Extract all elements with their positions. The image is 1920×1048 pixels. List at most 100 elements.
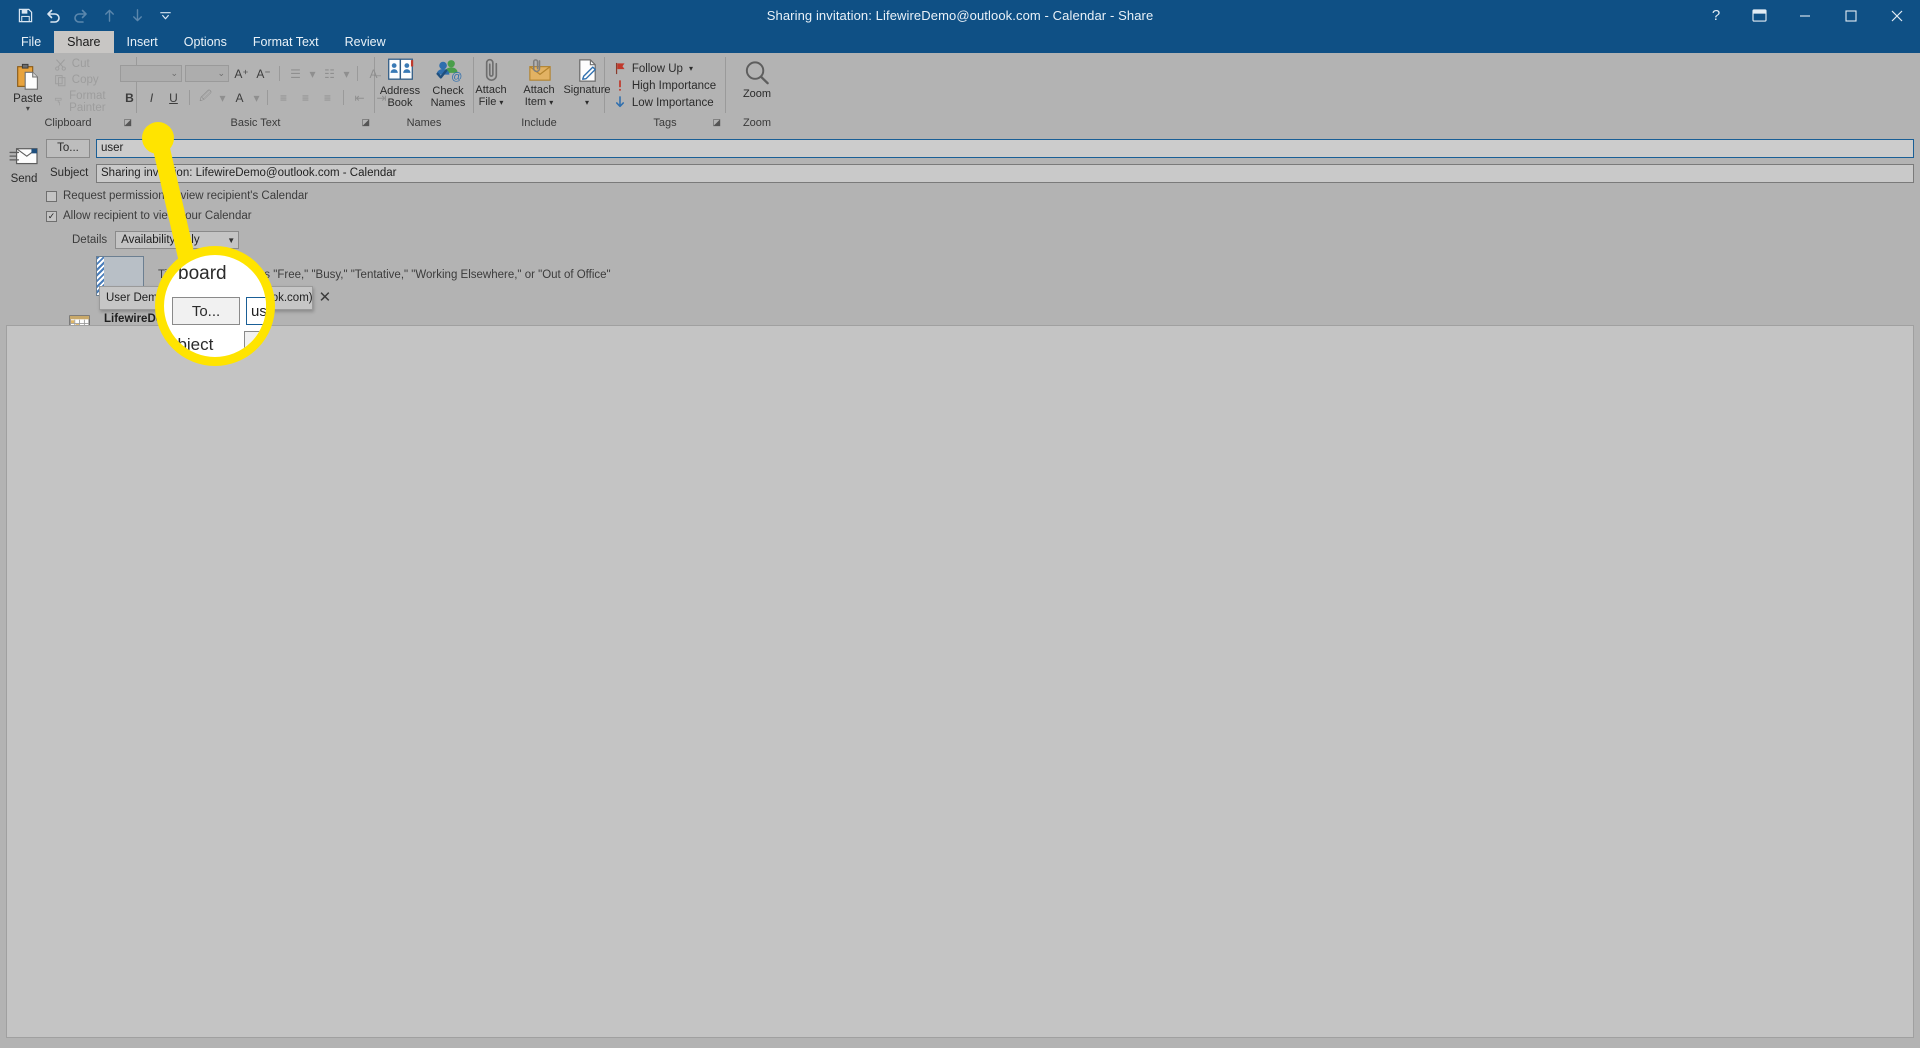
title-bar: Sharing invitation: LifewireDemo@outlook… bbox=[0, 0, 1920, 31]
attach-item-caret-icon[interactable]: ▾ bbox=[549, 98, 553, 107]
ribbon-group-include: Attach File ▾ Attach Item ▾ Signature▾ bbox=[474, 53, 611, 131]
signature-icon bbox=[578, 59, 596, 82]
signature-caret-icon[interactable]: ▾ bbox=[585, 98, 589, 107]
basic-text-group-label-text: Basic Text bbox=[230, 117, 281, 129]
tab-options[interactable]: Options bbox=[171, 31, 240, 53]
address-book-button[interactable]: Address Book bbox=[376, 56, 424, 110]
allow-recipient-checkbox[interactable]: ✓ bbox=[46, 210, 57, 222]
signature-button[interactable]: Signature ▾ bbox=[563, 56, 611, 110]
undo-icon[interactable] bbox=[40, 4, 66, 28]
allow-recipient-row[interactable]: ✓ Allow recipient to view your Calendar bbox=[46, 207, 1914, 225]
customize-quick-access-toolbar-icon[interactable] bbox=[152, 4, 178, 28]
copy-label: Copy bbox=[71, 74, 99, 86]
attach-file-button[interactable]: Attach File ▾ bbox=[467, 56, 515, 110]
ribbon-group-names: Address Book @ Check Names Names bbox=[375, 53, 473, 131]
address-book-label: Address Book bbox=[379, 85, 421, 109]
subject-input[interactable]: Sharing invitation: LifewireDemo@outlook… bbox=[96, 163, 1914, 183]
details-description: Time will be shown as "Free," "Busy," "T… bbox=[158, 269, 611, 281]
font-name-combo[interactable]: ⌄ bbox=[120, 65, 182, 82]
tab-format-text[interactable]: Format Text bbox=[240, 31, 332, 53]
align-left-icon[interactable]: ≡ bbox=[274, 88, 293, 107]
paste-label: Paste bbox=[13, 92, 43, 105]
low-importance-button[interactable]: Low Importance bbox=[614, 96, 716, 109]
ribbon-group-zoom: Zoom Zoom bbox=[726, 53, 788, 131]
help-icon[interactable]: ? bbox=[1696, 0, 1736, 31]
font-color-icon[interactable]: A bbox=[230, 88, 249, 107]
zoom-label: Zoom bbox=[742, 88, 772, 100]
shrink-font-icon[interactable]: A⁻ bbox=[254, 64, 273, 83]
save-icon[interactable] bbox=[12, 4, 38, 28]
maximize-icon[interactable] bbox=[1828, 0, 1874, 31]
message-body[interactable] bbox=[6, 325, 1914, 1038]
request-permission-checkbox[interactable] bbox=[46, 190, 57, 202]
highlight-caret-icon[interactable]: ▾ bbox=[218, 88, 227, 107]
remove-suggestion-icon[interactable]: ✕ bbox=[319, 290, 332, 305]
follow-up-caret-icon[interactable]: ▾ bbox=[689, 64, 693, 73]
text-highlight-color-icon[interactable]: 🖉 bbox=[196, 88, 215, 107]
autocomplete-dropdown[interactable]: User Demo (userdemo68@outlook.com) ✕ bbox=[99, 286, 331, 310]
paste-caret-icon[interactable]: ▾ bbox=[26, 104, 30, 112]
details-row: Details Availability only ▼ bbox=[46, 231, 1914, 249]
ribbon: Paste ▾ Cut Copy Format Painter Clipboar… bbox=[0, 53, 1920, 131]
details-selected-value: Availability only bbox=[121, 234, 200, 246]
send-button[interactable]: Send bbox=[6, 145, 42, 185]
follow-up-label: Follow Up bbox=[631, 62, 683, 75]
tags-group-label-text: Tags bbox=[653, 117, 677, 129]
attach-file-caret-icon[interactable]: ▾ bbox=[499, 98, 503, 107]
numbering-caret-icon[interactable]: ▾ bbox=[342, 64, 351, 83]
tab-review[interactable]: Review bbox=[332, 31, 399, 53]
align-right-icon[interactable]: ≡ bbox=[318, 88, 337, 107]
redo-icon[interactable] bbox=[68, 4, 94, 28]
cut-label: Cut bbox=[71, 58, 90, 70]
next-item-icon[interactable] bbox=[124, 4, 150, 28]
close-icon[interactable] bbox=[1874, 0, 1920, 31]
basic-text-row-1: ⌄ ⌄ A⁺ A⁻ ☰ ▾ ☷ ▾ A̶ bbox=[120, 64, 391, 83]
subject-row: Subject Sharing invitation: LifewireDemo… bbox=[46, 162, 1914, 184]
zoom-button[interactable]: Zoom bbox=[733, 58, 781, 101]
italic-icon[interactable]: I bbox=[142, 88, 161, 107]
autocomplete-entry[interactable]: User Demo (userdemo68@outlook.com) bbox=[106, 292, 313, 304]
divider bbox=[357, 66, 358, 81]
bullets-caret-icon[interactable]: ▾ bbox=[308, 64, 317, 83]
attach-file-label: Attach File ▾ bbox=[469, 84, 513, 109]
ribbon-group-basic-text: ⌄ ⌄ A⁺ A⁻ ☰ ▾ ☷ ▾ A̶ B I U 🖉 ▾ A ▾ ≡ ≡ ≡… bbox=[120, 53, 387, 131]
clipboard-group-label-text: Clipboard bbox=[44, 117, 92, 129]
decrease-indent-icon[interactable]: ⇤ bbox=[350, 88, 369, 107]
details-select[interactable]: Availability only ▼ bbox=[115, 231, 240, 249]
font-size-combo[interactable]: ⌄ bbox=[185, 65, 229, 82]
names-group-label: Names bbox=[406, 117, 442, 129]
high-importance-button[interactable]: High Importance bbox=[614, 79, 716, 92]
basic-text-dialog-launcher-icon[interactable]: ◪ bbox=[361, 115, 370, 130]
bold-icon[interactable]: B bbox=[120, 88, 139, 107]
basic-text-group-label: Basic Text ◪ bbox=[137, 116, 374, 131]
to-input[interactable]: user bbox=[96, 138, 1914, 158]
down-arrow-icon bbox=[615, 96, 624, 108]
ribbon-display-options-icon[interactable] bbox=[1736, 0, 1782, 31]
chevron-down-icon[interactable]: ▼ bbox=[227, 236, 235, 245]
previous-item-icon[interactable] bbox=[96, 4, 122, 28]
divider bbox=[343, 90, 344, 105]
clipboard-dialog-launcher-icon[interactable]: ◪ bbox=[123, 115, 132, 130]
to-button[interactable]: To... bbox=[46, 138, 90, 158]
font-color-caret-icon[interactable]: ▾ bbox=[252, 88, 261, 107]
underline-icon[interactable]: U bbox=[164, 88, 183, 107]
follow-up-button[interactable]: Follow Up ▾ bbox=[614, 62, 716, 75]
basic-text-row-2: B I U 🖉 ▾ A ▾ ≡ ≡ ≡ ⇤ ⇥ bbox=[120, 88, 391, 107]
ribbon-group-tags: Follow Up ▾ High Importance Low Importan… bbox=[605, 53, 725, 131]
tab-file[interactable]: File bbox=[8, 31, 54, 53]
zoom-group-label: Zoom bbox=[742, 117, 772, 129]
paste-button[interactable]: Paste ▾ bbox=[6, 60, 50, 112]
bullets-icon[interactable]: ☰ bbox=[286, 64, 305, 83]
align-center-icon[interactable]: ≡ bbox=[296, 88, 315, 107]
divider bbox=[267, 90, 268, 105]
grow-font-icon[interactable]: A⁺ bbox=[232, 64, 251, 83]
attach-item-button[interactable]: Attach Item ▾ bbox=[515, 56, 563, 110]
tab-insert[interactable]: Insert bbox=[114, 31, 171, 53]
numbering-icon[interactable]: ☷ bbox=[320, 64, 339, 83]
request-permission-label: Request permission to view recipient's C… bbox=[63, 190, 309, 202]
tags-dialog-launcher-icon[interactable]: ◪ bbox=[712, 115, 721, 130]
send-label: Send bbox=[10, 173, 38, 185]
minimize-icon[interactable] bbox=[1782, 0, 1828, 31]
tab-share[interactable]: Share bbox=[54, 31, 114, 53]
request-permission-row[interactable]: Request permission to view recipient's C… bbox=[46, 187, 1914, 205]
